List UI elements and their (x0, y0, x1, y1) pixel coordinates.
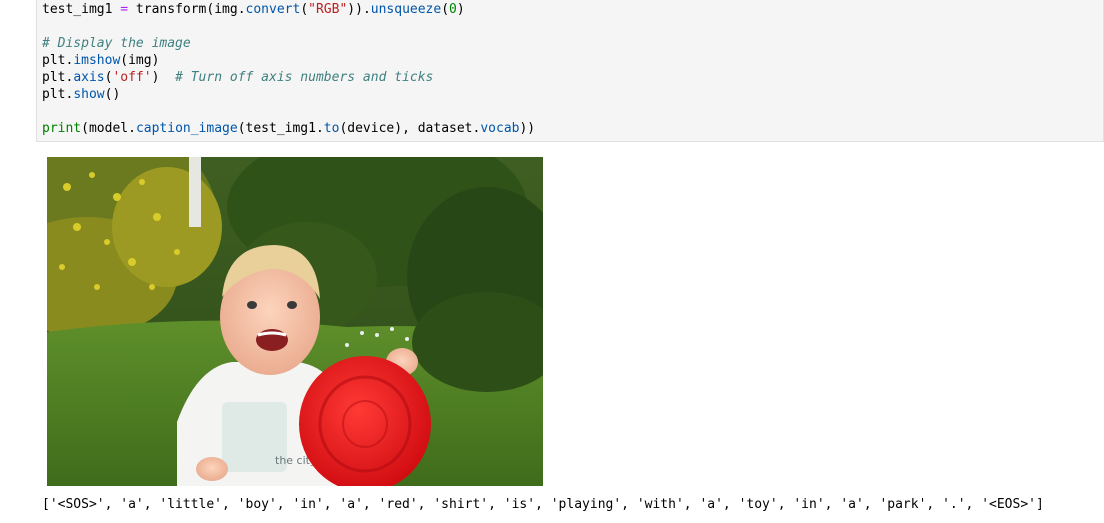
code-token: caption_image (135, 121, 238, 136)
code-line: plt.axis('off') # Turn off axis numbers … (42, 69, 535, 86)
code-token: plt (42, 53, 66, 68)
code-token: unsqueeze (370, 2, 442, 17)
code-token: show (73, 87, 105, 102)
code-line: plt.imshow(img) (42, 52, 535, 69)
code-token: () (104, 87, 121, 102)
code-token: "RGB" (308, 2, 348, 17)
code-token: # Turn off axis numbers and ticks (175, 70, 434, 85)
code-token: 'off' (112, 70, 152, 85)
code-token: print (42, 121, 82, 136)
photo-boy-with-frisbee: the city (47, 157, 543, 486)
code-line: plt.show() (42, 86, 535, 103)
code-token: (device), dataset (339, 121, 473, 136)
code-line: print(model.caption_image(test_img1.to(d… (42, 120, 535, 137)
code-token: (test_img1 (237, 121, 316, 136)
caption-output: ['<SOS>', 'a', 'little', 'boy', 'in', 'a… (42, 497, 1044, 512)
code-token: convert (245, 2, 301, 17)
code-token: vocab (480, 121, 520, 136)
output-image: the city (47, 157, 543, 486)
code-token: test_img1 (42, 2, 121, 17)
code-token: 0 (449, 2, 457, 17)
code-token: ) (456, 2, 465, 17)
code-token: imshow (73, 53, 121, 68)
code-token: (model (81, 121, 129, 136)
code-cell[interactable]: test_img1 = transform(img.convert("RGB")… (36, 0, 1104, 142)
code-token: # Display the image (42, 36, 191, 51)
code-token: )) (519, 121, 536, 136)
code-token: )) (347, 2, 363, 17)
code-token: ( (300, 2, 309, 17)
code-token: plt (42, 70, 66, 85)
code-token: . (315, 121, 324, 136)
code-token: to (323, 121, 340, 136)
code-token: (img) (120, 53, 160, 68)
code-token: . (128, 121, 136, 136)
code-token: . (362, 2, 371, 17)
code-token: . (237, 2, 246, 17)
code-token: transform(img (128, 2, 238, 17)
code-token: plt (42, 87, 66, 102)
code-line: # Display the image (42, 35, 535, 52)
code-editor[interactable]: test_img1 = transform(img.convert("RGB")… (42, 1, 535, 137)
code-token: = (120, 2, 129, 17)
code-token: ( (441, 2, 450, 17)
code-line: test_img1 = transform(img.convert("RGB")… (42, 1, 535, 18)
code-token: axis (73, 70, 105, 85)
code-token: ) (151, 70, 176, 85)
